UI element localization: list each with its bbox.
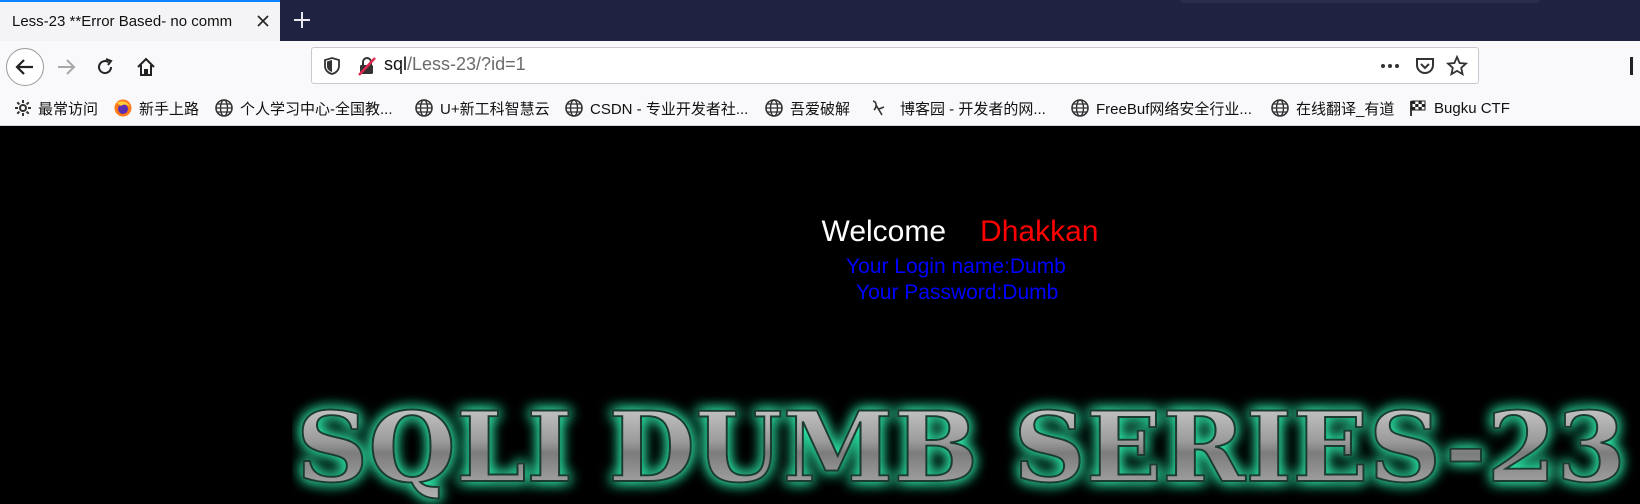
bookmark-youdao[interactable]: 在线翻译_有道: [1270, 97, 1394, 119]
globe-icon: [1271, 99, 1289, 117]
bookmark-label: 在线翻译_有道: [1296, 100, 1395, 118]
reload-icon: [98, 58, 113, 75]
banner-text: SQLI DUMB SERIES-23: [296, 391, 1626, 504]
navigation-bar: sql/Less-23/?id=1: [0, 41, 1640, 90]
tab-title: Less-23 **Error Based- no comm: [12, 13, 233, 30]
shield-icon[interactable]: [322, 56, 342, 76]
bookmark-freebuf[interactable]: FreeBuf网络安全行业...: [1070, 97, 1252, 119]
reload-button[interactable]: [88, 50, 122, 84]
pocket-icon[interactable]: [1414, 55, 1436, 77]
banner-logo: SQLI DUMB SERIES-23: [295, 390, 1627, 504]
bookmark-getting-started[interactable]: 新手上路: [113, 97, 199, 119]
url-host: sql: [384, 54, 408, 74]
tab-strip: Less-23 **Error Based- no comm: [0, 0, 1640, 41]
bookmark-label: 吾爱破解: [790, 100, 851, 118]
new-tab-button[interactable]: [288, 6, 316, 34]
url-bar[interactable]: sql/Less-23/?id=1: [311, 47, 1479, 84]
gear-icon: [15, 100, 31, 116]
password-text: Your Password:Dumb: [856, 281, 1059, 304]
bookmark-smart-cloud[interactable]: U+新工科智慧云: [414, 97, 550, 119]
bookmark-label: 最常访问: [38, 100, 99, 118]
bookmark-csdn[interactable]: CSDN - 专业开发者社...: [564, 97, 748, 119]
globe-icon: [765, 99, 783, 117]
bookmark-label: FreeBuf网络安全行业...: [1096, 100, 1252, 118]
firefox-icon: [114, 99, 132, 117]
bookmark-label: CSDN - 专业开发者社...: [590, 100, 749, 118]
plus-icon: [294, 12, 310, 28]
arrow-right-icon: [58, 59, 76, 75]
bookmark-bugku[interactable]: Bugku CTF: [1408, 97, 1510, 119]
url-path: /Less-23/?id=1: [407, 54, 526, 74]
welcome-line: Welcome Dhakkan: [0, 215, 1640, 249]
toolbar-edge: [1630, 57, 1633, 75]
login-name-text: Your Login name:Dumb: [846, 255, 1066, 278]
bookmark-cnblogs[interactable]: 博客园 - 开发者的网...: [868, 97, 1046, 119]
globe-icon: [1071, 99, 1089, 117]
flag-icon: [1410, 100, 1426, 116]
globe-icon: [565, 99, 583, 117]
bookmark-label: 新手上路: [139, 100, 200, 118]
active-tab[interactable]: Less-23 **Error Based- no comm: [0, 0, 280, 41]
globe-icon: [415, 99, 433, 117]
url-text[interactable]: sql/Less-23/?id=1: [384, 54, 526, 75]
star-icon[interactable]: [1446, 55, 1468, 77]
bookmark-most-visited[interactable]: 最常访问: [14, 97, 98, 119]
user-name: Dhakkan: [980, 215, 1099, 248]
back-button[interactable]: [6, 48, 44, 86]
insecure-lock-icon[interactable]: [356, 55, 378, 77]
home-icon: [137, 57, 155, 76]
bookmark-label: 个人学习中心-全国教...: [240, 100, 393, 118]
forward-button[interactable]: [49, 50, 83, 84]
page-content: Welcome Dhakkan Your Login name:Dumb Your…: [0, 127, 1640, 504]
bookmark-label: U+新工科智慧云: [440, 100, 550, 118]
bookmark-label: Bugku CTF: [1434, 99, 1510, 117]
arrow-left-icon: [15, 59, 33, 75]
bookmark-study-center[interactable]: 个人学习中心-全国教...: [214, 97, 393, 119]
welcome-text: Welcome: [821, 215, 947, 248]
close-icon[interactable]: [254, 12, 272, 30]
home-button[interactable]: [129, 50, 163, 84]
bookmarks-bar: 最常访问 新手上路 个人学习中心-全国教... U+新工科智慧云 CSDN - …: [0, 90, 1640, 126]
bookmark-52pojie[interactable]: 吾爱破解: [764, 97, 850, 119]
globe-icon: [215, 99, 233, 117]
more-actions-icon[interactable]: [1378, 54, 1402, 78]
cnblogs-icon: [872, 100, 885, 116]
bookmark-label: 博客园 - 开发者的网...: [900, 100, 1046, 118]
tab-strip-edge: [1180, 0, 1540, 3]
